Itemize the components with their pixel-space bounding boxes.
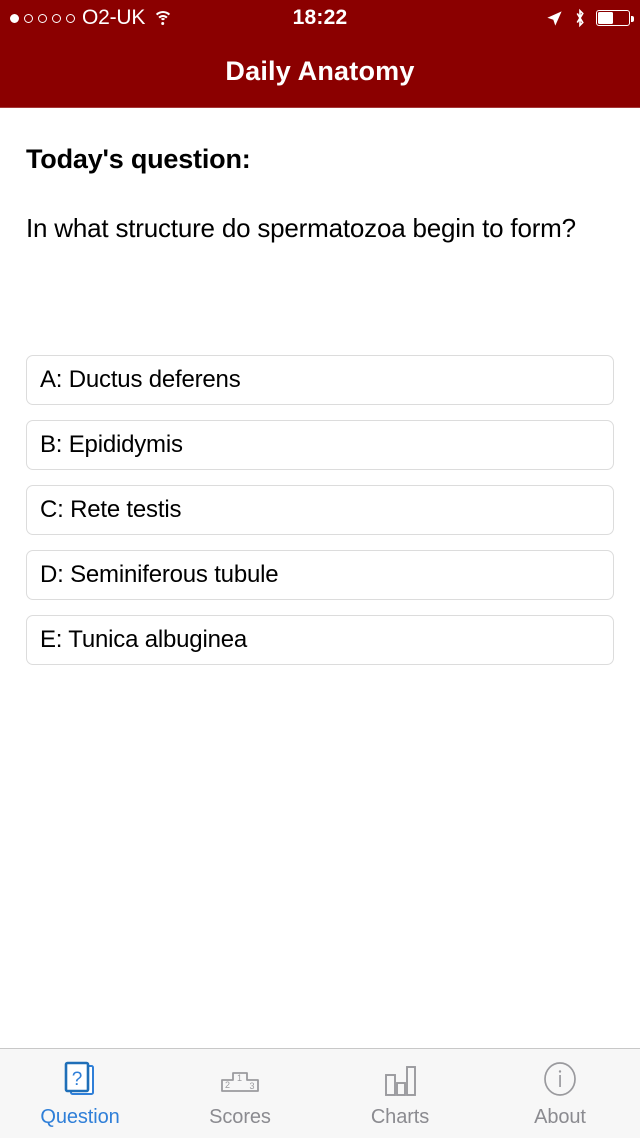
info-circle-icon bbox=[538, 1058, 582, 1102]
answer-option-e[interactable]: E: Tunica albuginea bbox=[26, 614, 614, 665]
tab-scores[interactable]: 1 2 3 Scores bbox=[160, 1049, 320, 1138]
svg-text:3: 3 bbox=[249, 1081, 254, 1091]
svg-text:?: ? bbox=[72, 1069, 83, 1090]
answer-option-a[interactable]: A: Ductus deferens bbox=[26, 354, 614, 405]
answer-option-c[interactable]: C: Rete testis bbox=[26, 484, 614, 535]
question-text: In what structure do spermatozoa begin t… bbox=[26, 213, 576, 243]
tab-question[interactable]: ? Question bbox=[0, 1049, 160, 1138]
question-cards-icon: ? bbox=[60, 1058, 100, 1102]
navigation-bar: Daily Anatomy bbox=[0, 36, 640, 108]
question-screen: Today's question: In what structure do s… bbox=[0, 108, 640, 1048]
podium-icon: 1 2 3 bbox=[217, 1058, 263, 1102]
tab-bar: ? Question 1 2 3 Scores Charts About bbox=[0, 1048, 640, 1138]
status-bar: O2-UK 18:22 bbox=[0, 0, 640, 36]
svg-text:2: 2 bbox=[225, 1080, 230, 1090]
tab-label-charts: Charts bbox=[370, 1106, 430, 1128]
answer-option-label: D: Seminiferous tubule bbox=[40, 560, 279, 588]
answer-options-list: A: Ductus deferens B: Epididymis C: Rete… bbox=[26, 354, 614, 665]
tab-label-scores: Scores bbox=[209, 1106, 271, 1128]
answer-option-d[interactable]: D: Seminiferous tubule bbox=[26, 549, 614, 600]
svg-text:1: 1 bbox=[237, 1073, 242, 1083]
status-bar-clock: 18:22 bbox=[292, 6, 348, 29]
tab-label-question: Question bbox=[40, 1106, 120, 1128]
tab-label-about: About bbox=[534, 1106, 586, 1128]
answer-option-label: A: Ductus deferens bbox=[40, 365, 241, 393]
answer-option-b[interactable]: B: Epididymis bbox=[26, 419, 614, 470]
app-root: O2-UK 18:22 Daily Anatomy Today's questi… bbox=[0, 0, 640, 1138]
tab-about[interactable]: About bbox=[480, 1049, 640, 1138]
tab-charts[interactable]: Charts bbox=[320, 1049, 480, 1138]
answer-option-label: B: Epididymis bbox=[40, 430, 183, 458]
bar-chart-icon bbox=[380, 1058, 420, 1102]
answer-option-label: C: Rete testis bbox=[40, 495, 182, 523]
question-heading: Today's question: bbox=[26, 144, 251, 174]
battery-icon bbox=[596, 10, 634, 26]
answer-option-label: E: Tunica albuginea bbox=[40, 625, 248, 653]
page-title: Daily Anatomy bbox=[225, 56, 415, 86]
